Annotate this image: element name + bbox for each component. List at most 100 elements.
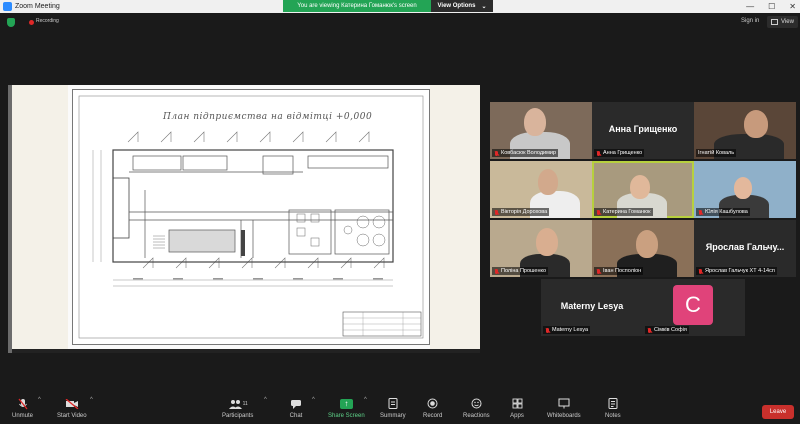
record-label: Record (423, 413, 443, 419)
participant-name-tag: Поліна Прошенко (492, 267, 549, 275)
share-banner-message: You are viewing Катерина Гоманюк's scree… (283, 0, 431, 12)
chat-button[interactable]: Chat (289, 397, 303, 419)
chat-options-caret[interactable]: ^ (312, 397, 315, 403)
muted-mic-icon (698, 209, 703, 215)
apps-button[interactable]: Apps (510, 397, 524, 419)
whiteboards-label: Whiteboards (547, 413, 581, 419)
participant-tile-8[interactable]: Іван Посполіон (592, 220, 694, 277)
whiteboard-icon (557, 397, 571, 410)
video-options-caret[interactable]: ^ (90, 397, 93, 403)
people-icon: 11 (224, 397, 252, 410)
participant-tile-5[interactable]: Катерина Гоманюк (592, 161, 694, 218)
apps-label: Apps (510, 413, 524, 419)
participant-name: Сімків Софія (654, 327, 687, 333)
participant-name: Ярослав Гальчук ХТ 4-14сп (705, 268, 775, 274)
video-off-icon (65, 397, 79, 410)
muted-mic-icon (596, 150, 601, 156)
participant-face (744, 110, 768, 138)
participant-name: Юлія Кашбулова (705, 209, 748, 215)
participant-name: Вікторія Дорохова (501, 209, 548, 215)
muted-mic-icon (494, 268, 499, 274)
view-button[interactable]: View (767, 16, 798, 28)
record-button[interactable]: Record (423, 397, 442, 419)
participant-tile-9[interactable]: Ярослав Гальчу... Ярослав Гальчук ХТ 4-1… (694, 220, 796, 277)
participant-display-name: Ярослав Гальчу... (705, 242, 785, 252)
participant-display-name: Анна Грищенко (608, 124, 678, 134)
shield-icon[interactable] (7, 18, 15, 27)
participant-name-tag: Катерина Гоманюк (594, 208, 653, 216)
muted-mic-icon (647, 327, 652, 333)
apps-icon (510, 397, 524, 410)
participant-name: Іван Посполіон (603, 268, 642, 274)
meeting-topbar: Recording Sign in View (0, 13, 800, 33)
participant-name-tag: Ковбасюк Володимир (492, 149, 559, 157)
document-margin-right (430, 85, 480, 353)
notes-button[interactable]: Notes (605, 397, 621, 419)
participant-tile-1[interactable]: Ковбасюк Володимир (490, 102, 592, 159)
summary-button[interactable]: Summary (380, 397, 406, 419)
participant-name: Ігнатій Коваль (698, 150, 735, 156)
chevron-down-icon: ⌄ (481, 3, 487, 10)
shared-screen[interactable]: План підприємства на відмітці +0,000 (8, 85, 480, 353)
muted-mic-icon (494, 150, 499, 156)
participant-name-tag: Materny Lesya (543, 326, 591, 334)
muted-mic-icon (596, 209, 601, 215)
share-screen-icon: ↑ (339, 397, 353, 410)
participant-tile-10[interactable]: Materny Lesya Materny Lesya (541, 279, 643, 336)
recording-label: Recording (36, 18, 59, 24)
view-options-button[interactable]: View Options ⌄ (431, 0, 493, 12)
participant-name-tag: Іван Посполіон (594, 267, 644, 275)
document-margin-left (12, 85, 68, 353)
participant-name: Катерина Гоманюк (603, 209, 651, 215)
notes-label: Notes (605, 413, 621, 419)
participant-gallery: Ковбасюк Володимир Анна Грищенко Анна Гр… (484, 98, 796, 338)
floor-plan-drawing (78, 95, 424, 339)
participant-name-tag: Вікторія Дорохова (492, 208, 550, 216)
share-options-caret[interactable]: ^ (364, 397, 367, 403)
start-video-button[interactable]: Start Video (57, 397, 87, 419)
participant-tile-6[interactable]: Юлія Кашбулова (694, 161, 796, 218)
participants-button[interactable]: 11 Participants (222, 397, 253, 419)
share-screen-label: Share Screen (328, 413, 365, 419)
participants-label: Participants (222, 413, 254, 419)
grid-icon (771, 19, 778, 25)
participant-tile-2[interactable]: Анна Грищенко Анна Грищенко (592, 102, 694, 159)
participant-tile-4[interactable]: Вікторія Дорохова (490, 161, 592, 218)
participant-face (636, 230, 658, 258)
participant-name-tag: Ярослав Гальчук ХТ 4-14сп (696, 267, 777, 275)
record-icon (426, 397, 440, 410)
view-options-label: View Options (437, 3, 476, 9)
avatar: C (673, 285, 713, 325)
unmute-button[interactable]: Unmute (12, 397, 33, 419)
close-button[interactable]: ✕ (789, 0, 796, 13)
participant-face (734, 177, 752, 199)
participant-name: Ковбасюк Володимир (501, 150, 557, 156)
participant-tile-7[interactable]: Поліна Прошенко (490, 220, 592, 277)
minimize-button[interactable]: — (746, 0, 754, 13)
participant-name: Поліна Прошенко (501, 268, 547, 274)
muted-mic-icon (545, 327, 550, 333)
view-label: View (781, 19, 794, 25)
participant-name-tag: Сімків Софія (645, 326, 689, 334)
summary-icon (386, 397, 400, 410)
audio-options-caret[interactable]: ^ (38, 397, 41, 403)
participant-name: Анна Грищенко (603, 150, 643, 156)
participant-tile-11[interactable]: C Сімків Софія (643, 279, 745, 336)
participant-name: Materny Lesya (552, 327, 589, 333)
unmute-label: Unmute (12, 413, 34, 419)
leave-button[interactable]: Leave (762, 405, 794, 419)
mic-muted-icon (16, 397, 30, 410)
participants-options-caret[interactable]: ^ (264, 397, 267, 403)
reactions-button[interactable]: Reactions (463, 397, 490, 419)
share-banner: You are viewing Катерина Гоманюк's scree… (283, 0, 493, 12)
whiteboards-button[interactable]: Whiteboards (547, 397, 581, 419)
participant-tile-3[interactable]: Ігнатій Коваль (694, 102, 796, 159)
maximize-button[interactable]: ☐ (768, 0, 775, 13)
participant-name-tag: Анна Грищенко (594, 149, 645, 157)
window-controls: — ☐ ✕ (746, 0, 796, 13)
participant-face (524, 108, 546, 136)
share-screen-button[interactable]: ↑ Share Screen (328, 397, 365, 419)
sign-in-link[interactable]: Sign in (741, 18, 759, 24)
document-scrollbar[interactable] (12, 349, 480, 353)
meeting-toolbar: Unmute ^ Start Video ^ 11 Participants ^… (0, 395, 800, 424)
